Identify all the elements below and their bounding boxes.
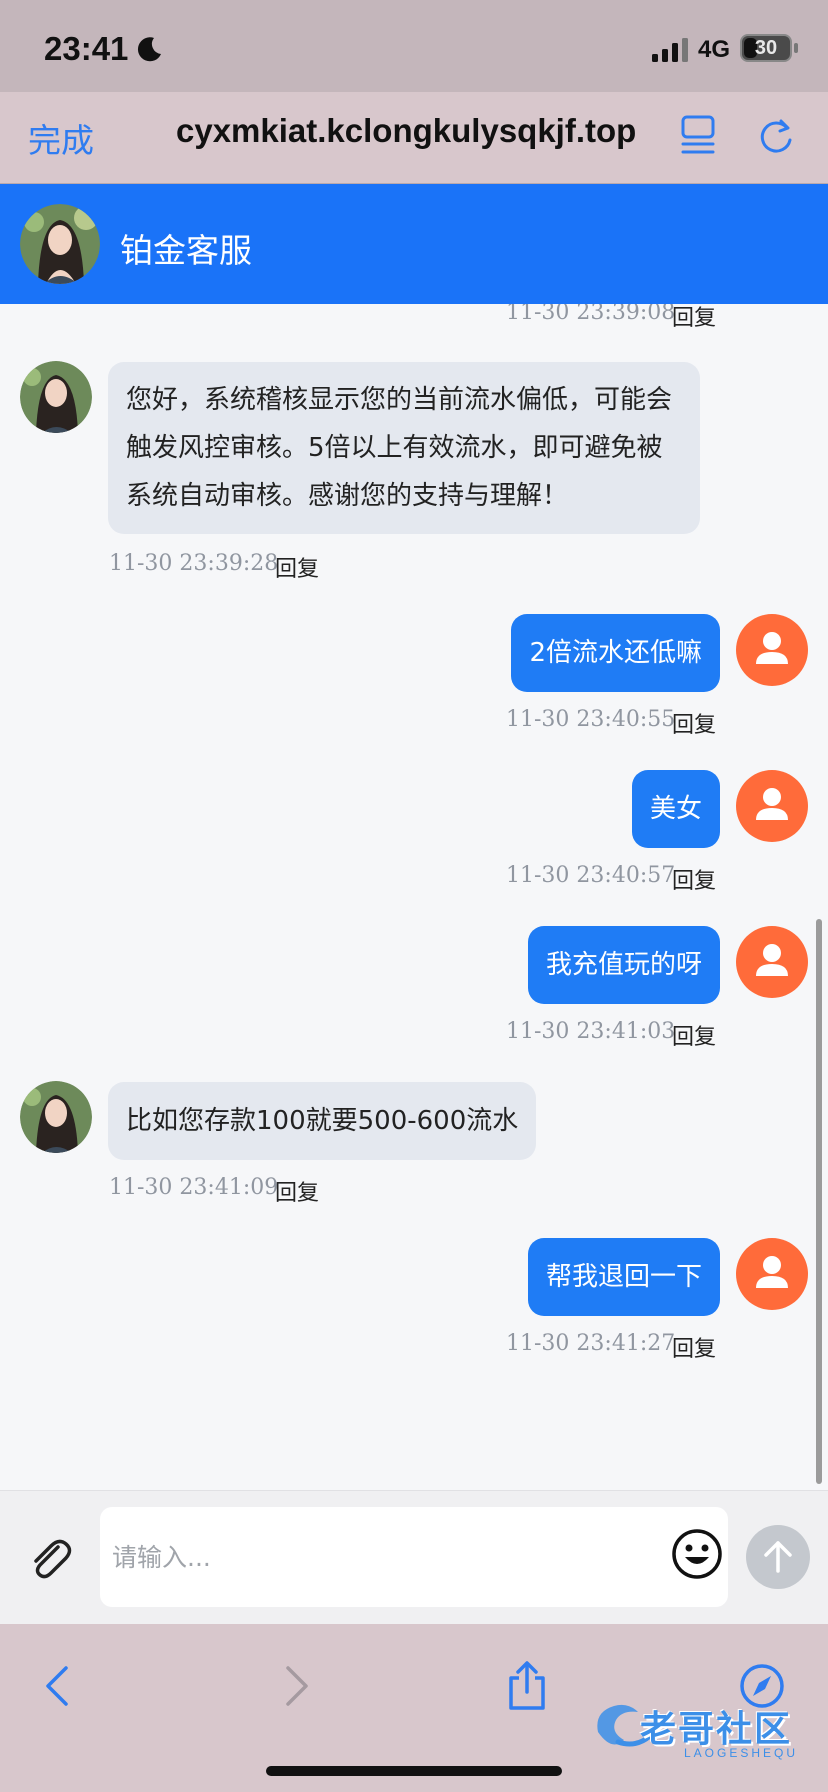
message-time: 11-30 23:41:03 bbox=[506, 1019, 676, 1044]
reload-icon[interactable] bbox=[754, 114, 798, 158]
user-avatar bbox=[736, 614, 808, 686]
input-area bbox=[0, 1490, 828, 1624]
message-bubble-user: 美女 bbox=[631, 770, 720, 848]
message-time: 11-30 23:39:28 bbox=[109, 551, 279, 576]
reply-link[interactable]: 回复 bbox=[672, 1331, 716, 1363]
back-icon[interactable] bbox=[34, 1660, 82, 1712]
message-time: 11-30 23:39:08 bbox=[506, 304, 676, 325]
network-label: 4G bbox=[698, 36, 731, 63]
battery-percent: 30 bbox=[754, 37, 778, 59]
reply-link[interactable]: 回复 bbox=[275, 551, 319, 583]
message-time: 11-30 23:41:09 bbox=[109, 1175, 279, 1200]
status-time: 23:41 bbox=[44, 30, 129, 67]
agent-avatar bbox=[20, 1081, 92, 1153]
watermark-logo: 老哥社区 LAOGESHEQU bbox=[588, 1692, 816, 1772]
home-indicator[interactable] bbox=[266, 1766, 562, 1776]
person-icon bbox=[756, 632, 788, 664]
reply-link[interactable]: 回复 bbox=[672, 1019, 716, 1051]
message-time: 11-30 23:40:55 bbox=[506, 707, 676, 732]
user-avatar bbox=[736, 926, 808, 998]
scrollbar[interactable] bbox=[816, 919, 822, 1484]
watermark-subtext: LAOGESHEQU bbox=[684, 1746, 799, 1760]
person-icon bbox=[756, 944, 788, 976]
status-bar: 23:41 4G 30 bbox=[0, 0, 828, 92]
message-bubble-agent: 比如您存款100就要500-600流水 bbox=[108, 1082, 537, 1160]
moon-icon bbox=[137, 37, 161, 62]
agent-avatar bbox=[20, 204, 100, 284]
signal-icon bbox=[652, 38, 688, 62]
emoji-icon[interactable] bbox=[670, 1527, 724, 1581]
message-input[interactable] bbox=[100, 1507, 728, 1607]
message-time: 11-30 23:41:27 bbox=[506, 1331, 676, 1356]
send-button[interactable] bbox=[746, 1525, 810, 1589]
message-bubble-user: 帮我退回一下 bbox=[527, 1238, 720, 1316]
agent-avatar bbox=[20, 361, 92, 433]
send-arrow-icon bbox=[764, 1541, 792, 1573]
user-avatar bbox=[736, 1238, 808, 1310]
person-icon bbox=[756, 1256, 788, 1288]
reply-link[interactable]: 回复 bbox=[672, 707, 716, 739]
battery-icon: 30 bbox=[740, 34, 792, 62]
done-button[interactable]: 完成 bbox=[28, 114, 94, 162]
reply-link[interactable]: 回复 bbox=[275, 1175, 319, 1207]
watermark-text: 老哥社区 bbox=[640, 1709, 793, 1750]
chat-title: 铂金客服 bbox=[120, 231, 252, 270]
reader-icon[interactable] bbox=[678, 114, 718, 158]
message-bubble-user: 2倍流水还低嘛 bbox=[511, 614, 720, 692]
message-bubble-agent: 您好，系统稽核显示您的当前流水偏低，可能会触发风控审核。5倍以上有效流水，即可避… bbox=[108, 362, 700, 534]
person-icon bbox=[756, 788, 788, 820]
battery-cap bbox=[794, 43, 798, 53]
forward-icon[interactable] bbox=[272, 1660, 320, 1712]
browser-url-bar: 完成 cyxmkiat.kclongkulysqkjf.top bbox=[0, 92, 828, 184]
reply-link[interactable]: 回复 bbox=[672, 863, 716, 895]
message-time: 11-30 23:40:57 bbox=[506, 863, 676, 888]
user-avatar bbox=[736, 770, 808, 842]
url-text[interactable]: cyxmkiat.kclongkulysqkjf.top bbox=[176, 112, 646, 150]
chat-header: 铂金客服 bbox=[0, 184, 828, 304]
paperclip-icon[interactable] bbox=[24, 1533, 76, 1585]
message-list[interactable]: 11-30 23:39:08 回复 您好，系统稽核显示您的当前流水偏低，可能会触… bbox=[0, 304, 828, 1490]
message-bubble-user: 我充值玩的呀 bbox=[527, 926, 720, 1004]
share-icon[interactable] bbox=[503, 1660, 551, 1712]
reply-link[interactable]: 回复 bbox=[672, 304, 716, 332]
